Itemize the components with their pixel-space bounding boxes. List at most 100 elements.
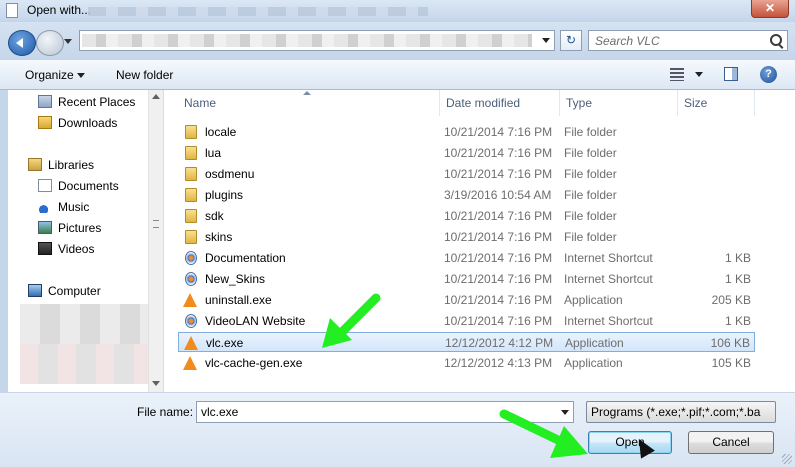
preview-pane-icon[interactable] [724, 67, 738, 81]
file-type: File folder [564, 146, 617, 160]
nav-item-computer[interactable]: Computer [48, 282, 101, 300]
file-name: vlc-cache-gen.exe [205, 356, 303, 370]
file-date: 3/19/2016 10:54 AM [444, 188, 552, 202]
table-row[interactable]: VideoLAN Website 10/21/2014 7:16 PM Intern… [178, 311, 755, 331]
file-size: 106 KB [710, 336, 750, 350]
file-date: 10/21/2014 7:16 PM [444, 293, 553, 307]
resize-grip[interactable] [782, 454, 792, 464]
nav-item-pictures[interactable]: Pictures [58, 219, 101, 237]
new-folder-button[interactable]: New folder [116, 68, 173, 82]
file-type: File folder [564, 230, 617, 244]
file-size: 1 KB [724, 314, 751, 328]
address-field[interactable] [79, 30, 555, 51]
file-name: sdk [205, 209, 224, 223]
back-button[interactable] [8, 30, 36, 56]
file-size: 205 KB [711, 293, 751, 307]
table-row[interactable]: skins 10/21/2014 7:16 PM File folder [178, 227, 755, 247]
table-row[interactable]: New_Skins 10/21/2014 7:16 PM Internet Shor… [178, 269, 755, 289]
file-name: lua [205, 146, 222, 160]
column-header-size[interactable]: Size [678, 90, 755, 116]
recent-places-icon [38, 95, 52, 108]
vlc-cone-icon [183, 293, 197, 307]
document-icon [6, 3, 18, 18]
search-icon[interactable] [770, 34, 782, 46]
file-date: 10/21/2014 7:16 PM [444, 209, 553, 223]
downloads-icon [38, 116, 52, 129]
table-row[interactable]: vlc.exe 12/12/2012 4:12 PM Application 106 … [178, 332, 755, 352]
nav-item-downloads[interactable]: Downloads [58, 114, 117, 132]
cancel-button[interactable]: Cancel [688, 431, 774, 454]
vlc-cone-icon [183, 356, 197, 370]
file-type-select[interactable]: Programs (*.exe;*.pif;*.com;*.ba [586, 401, 776, 423]
search-input[interactable]: Search VLC [588, 30, 788, 51]
folder-icon [185, 230, 197, 244]
blurred-drives-area [20, 344, 160, 384]
file-size: 1 KB [724, 272, 751, 286]
table-row[interactable]: sdk 10/21/2014 7:16 PM File folder [178, 206, 755, 226]
column-header-type[interactable]: Type [560, 90, 678, 116]
chevron-down-icon[interactable] [542, 38, 550, 47]
file-name: osdmenu [205, 167, 255, 181]
title-bar[interactable]: Open with... ✕ [0, 0, 795, 22]
recent-locations-dropdown[interactable] [64, 39, 72, 48]
nav-item-libraries[interactable]: Libraries [48, 156, 94, 174]
file-size: 105 KB [711, 356, 751, 370]
libraries-icon [28, 158, 42, 171]
file-date: 10/21/2014 7:16 PM [444, 230, 553, 244]
file-date: 12/12/2012 4:13 PM [444, 356, 553, 370]
file-name: skins [205, 230, 233, 244]
file-list: Name Date modified Type Size locale 10/21… [164, 90, 795, 392]
table-row[interactable]: plugins 3/19/2016 10:54 AM File folder [178, 185, 755, 205]
folder-icon [185, 209, 197, 223]
help-icon[interactable]: ? [760, 66, 777, 83]
annotation-arrow [322, 293, 381, 348]
file-date: 10/21/2014 7:16 PM [444, 167, 553, 181]
forward-button[interactable] [36, 30, 64, 56]
pictures-icon [38, 221, 52, 234]
navigation-pane: Recent Places Downloads Libraries Docume… [8, 90, 164, 392]
table-row[interactable]: locale 10/21/2014 7:16 PM File folder [178, 122, 755, 142]
file-type: File folder [564, 167, 617, 181]
close-button[interactable]: ✕ [751, 0, 789, 18]
chevron-down-icon[interactable] [695, 72, 703, 81]
refresh-button[interactable]: ↻ [560, 30, 582, 51]
table-row[interactable]: uninstall.exe 10/21/2014 7:16 PM Applicati… [178, 290, 755, 310]
file-name: locale [205, 125, 237, 139]
folder-icon [185, 125, 197, 139]
file-date: 10/21/2014 7:16 PM [444, 314, 553, 328]
table-row[interactable]: Documentation 10/21/2014 7:16 PM Internet … [178, 248, 755, 268]
scroll-up-icon[interactable] [152, 94, 160, 99]
column-header-date[interactable]: Date modified [440, 90, 560, 116]
scroll-thumb[interactable] [153, 220, 159, 228]
open-button[interactable]: Open [588, 431, 672, 454]
file-date: 10/21/2014 7:16 PM [444, 125, 553, 139]
table-row[interactable]: osdmenu 10/21/2014 7:16 PM File folder [178, 164, 755, 184]
file-type: Application [564, 293, 623, 307]
organize-button[interactable]: Organize [25, 68, 74, 82]
file-name-value: vlc.exe [201, 405, 239, 419]
folder-icon [185, 146, 197, 160]
navigation-scrollbar[interactable] [148, 90, 163, 392]
folder-icon [185, 188, 197, 202]
file-name-label: File name: [137, 405, 194, 419]
table-row[interactable]: lua 10/21/2014 7:16 PM File folder [178, 143, 755, 163]
file-name: plugins [205, 188, 244, 202]
chevron-down-icon[interactable] [77, 73, 85, 82]
videos-icon [38, 242, 52, 255]
nav-item-recent-places[interactable]: Recent Places [58, 93, 135, 111]
blurred-path [82, 34, 532, 47]
internet-shortcut-icon [185, 314, 197, 328]
nav-item-documents[interactable]: Documents [58, 177, 119, 195]
open-with-dialog: Open with... ✕ ↻ Search VLC Organize New… [0, 0, 795, 467]
sort-ascending-icon [303, 91, 311, 95]
file-type: Internet Shortcut [564, 272, 653, 286]
nav-item-videos[interactable]: Videos [58, 240, 94, 258]
nav-item-music[interactable]: Music [58, 198, 89, 216]
file-type: File folder [564, 188, 617, 202]
scroll-down-icon[interactable] [152, 381, 160, 386]
table-row[interactable]: vlc-cache-gen.exe 12/12/2012 4:13 PM Appli… [178, 353, 755, 373]
change-view-icon[interactable] [670, 68, 684, 81]
vlc-cone-icon [184, 336, 198, 350]
file-size: 1 KB [724, 251, 751, 265]
window-title: Open with... [27, 3, 92, 17]
